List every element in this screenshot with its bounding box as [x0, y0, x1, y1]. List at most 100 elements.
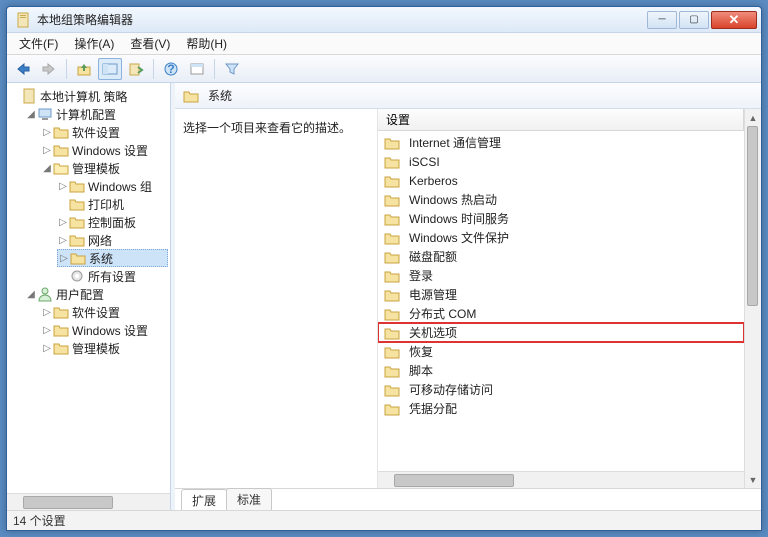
- folder-icon: [384, 401, 400, 417]
- folder-icon: [69, 232, 85, 248]
- twisty-icon[interactable]: ▷: [57, 235, 69, 246]
- maximize-button[interactable]: ▢: [679, 11, 709, 29]
- tree-control-panel[interactable]: ▷ 控制面板: [57, 213, 168, 231]
- computer-icon: [37, 106, 53, 122]
- twisty-icon[interactable]: ▷: [41, 145, 53, 156]
- twisty-icon[interactable]: ▷: [58, 253, 70, 264]
- properties-icon: [189, 62, 205, 76]
- folder-icon: [384, 344, 400, 360]
- list-item[interactable]: 磁盘配额: [378, 247, 744, 266]
- list-item[interactable]: 凭据分配: [378, 399, 744, 418]
- list-item[interactable]: 恢复: [378, 342, 744, 361]
- help-button[interactable]: ?: [159, 58, 183, 80]
- list-item[interactable]: iSCSI: [378, 152, 744, 171]
- column-setting[interactable]: 设置: [378, 109, 744, 130]
- body: ▸本地计算机 策略 ◢计算机配置 ▷软件设置 ▷Windows 设置 ◢管理模板: [7, 83, 761, 510]
- tree-user-admin[interactable]: ▷管理模板: [41, 339, 168, 357]
- scroll-up-button[interactable]: ▲: [745, 109, 761, 126]
- folder-icon: [384, 382, 400, 398]
- list-h-scrollbar[interactable]: [378, 471, 744, 488]
- list-item[interactable]: 电源管理: [378, 285, 744, 304]
- content-pane: 系统 选择一个项目来查看它的描述。 设置 Internet 通信管理iSCSIK…: [175, 83, 761, 510]
- tree-software-settings[interactable]: ▷软件设置: [41, 123, 168, 141]
- list-v-scrollbar[interactable]: ▲ ▼: [744, 109, 761, 488]
- tree-user-config[interactable]: ◢ 用户配置: [25, 285, 168, 303]
- list-item[interactable]: 分布式 COM: [378, 304, 744, 323]
- tree-root[interactable]: ▸本地计算机 策略: [9, 87, 168, 105]
- list-item[interactable]: Internet 通信管理: [378, 133, 744, 152]
- twisty-icon[interactable]: ◢: [41, 163, 53, 174]
- menu-action[interactable]: 操作(A): [66, 33, 122, 54]
- filter-button[interactable]: [220, 58, 244, 80]
- twisty-icon[interactable]: ▷: [57, 181, 69, 192]
- twisty-icon[interactable]: ▷: [57, 217, 69, 228]
- folder-icon: [69, 196, 85, 212]
- folder-icon: [384, 211, 400, 227]
- list-item-label: Internet 通信管理: [409, 134, 501, 151]
- up-level-button[interactable]: [72, 58, 96, 80]
- twisty-icon[interactable]: ◢: [25, 109, 37, 120]
- close-button[interactable]: ✕: [711, 11, 757, 29]
- list-item-label: 登录: [409, 267, 433, 284]
- settings-list[interactable]: Internet 通信管理iSCSIKerberosWindows 热启动Win…: [378, 131, 744, 471]
- svg-text:?: ?: [167, 62, 174, 76]
- arrow-left-icon: [15, 62, 31, 76]
- scroll-down-button[interactable]: ▼: [745, 471, 761, 488]
- twisty-icon[interactable]: ▷: [41, 127, 53, 138]
- list-item-label: 凭据分配: [409, 400, 457, 417]
- pane-header: 系统: [175, 83, 761, 109]
- list-item[interactable]: 脚本: [378, 361, 744, 380]
- description-pane: 选择一个项目来查看它的描述。: [175, 109, 377, 488]
- twisty-icon[interactable]: ▷: [41, 343, 53, 354]
- titlebar[interactable]: 本地组策略编辑器 ─ ▢ ✕: [7, 7, 761, 33]
- tree-all-settings[interactable]: ▷所有设置: [57, 267, 168, 285]
- tree-admin-templates[interactable]: ◢管理模板: [41, 159, 168, 177]
- properties-button[interactable]: [185, 58, 209, 80]
- tab-extended[interactable]: 扩展: [181, 489, 227, 510]
- list-item[interactable]: Windows 热启动: [378, 190, 744, 209]
- tab-standard[interactable]: 标准: [226, 488, 272, 510]
- twisty-icon[interactable]: ▷: [41, 307, 53, 318]
- tree-computer-config[interactable]: ◢计算机配置: [25, 105, 168, 123]
- nav-forward-button[interactable]: [37, 58, 61, 80]
- twisty-icon[interactable]: ▷: [41, 325, 53, 336]
- list-item-label: Windows 时间服务: [409, 210, 509, 227]
- list-item[interactable]: Kerberos: [378, 171, 744, 190]
- tree-user-software[interactable]: ▷软件设置: [41, 303, 168, 321]
- list-item-label: Windows 文件保护: [409, 229, 509, 246]
- nav-back-button[interactable]: [11, 58, 35, 80]
- list-header[interactable]: 设置: [378, 109, 744, 131]
- tree-network[interactable]: ▷网络: [57, 231, 168, 249]
- folder-icon: [384, 325, 400, 341]
- tree-h-scrollbar[interactable]: [7, 493, 170, 510]
- status-bar: 14 个设置: [7, 510, 761, 530]
- list-item[interactable]: Windows 时间服务: [378, 209, 744, 228]
- list-item[interactable]: 关机选项: [378, 323, 744, 342]
- list-item-label: 关机选项: [409, 324, 457, 341]
- funnel-icon: [224, 62, 240, 76]
- menu-view[interactable]: 查看(V): [122, 33, 178, 54]
- tree[interactable]: ▸本地计算机 策略 ◢计算机配置 ▷软件设置 ▷Windows 设置 ◢管理模板: [7, 83, 170, 493]
- tree-windows-components[interactable]: ▷Windows 组: [57, 177, 168, 195]
- tree-label: 打印机: [88, 196, 124, 213]
- list-item[interactable]: Windows 文件保护: [378, 228, 744, 247]
- view-tabs: 扩展 标准: [175, 488, 761, 510]
- tree-label: 控制面板: [88, 214, 136, 231]
- folder-icon: [384, 135, 400, 151]
- menu-file[interactable]: 文件(F): [11, 33, 66, 54]
- show-tree-button[interactable]: [98, 58, 122, 80]
- menu-help[interactable]: 帮助(H): [178, 33, 235, 54]
- list-item[interactable]: 登录: [378, 266, 744, 285]
- minimize-button[interactable]: ─: [647, 11, 677, 29]
- list-item-label: 分布式 COM: [409, 305, 476, 322]
- tree-user-windows[interactable]: ▷Windows 设置: [41, 321, 168, 339]
- folder-icon: [384, 363, 400, 379]
- tree-printers[interactable]: ▷打印机: [57, 195, 168, 213]
- export-button[interactable]: [124, 58, 148, 80]
- list-item[interactable]: 可移动存储访问: [378, 380, 744, 399]
- tree-windows-settings[interactable]: ▷Windows 设置: [41, 141, 168, 159]
- folder-icon: [384, 173, 400, 189]
- tree-system[interactable]: ▷系统: [57, 249, 168, 267]
- twisty-icon[interactable]: ◢: [25, 289, 37, 300]
- tree-label: 用户配置: [56, 286, 104, 303]
